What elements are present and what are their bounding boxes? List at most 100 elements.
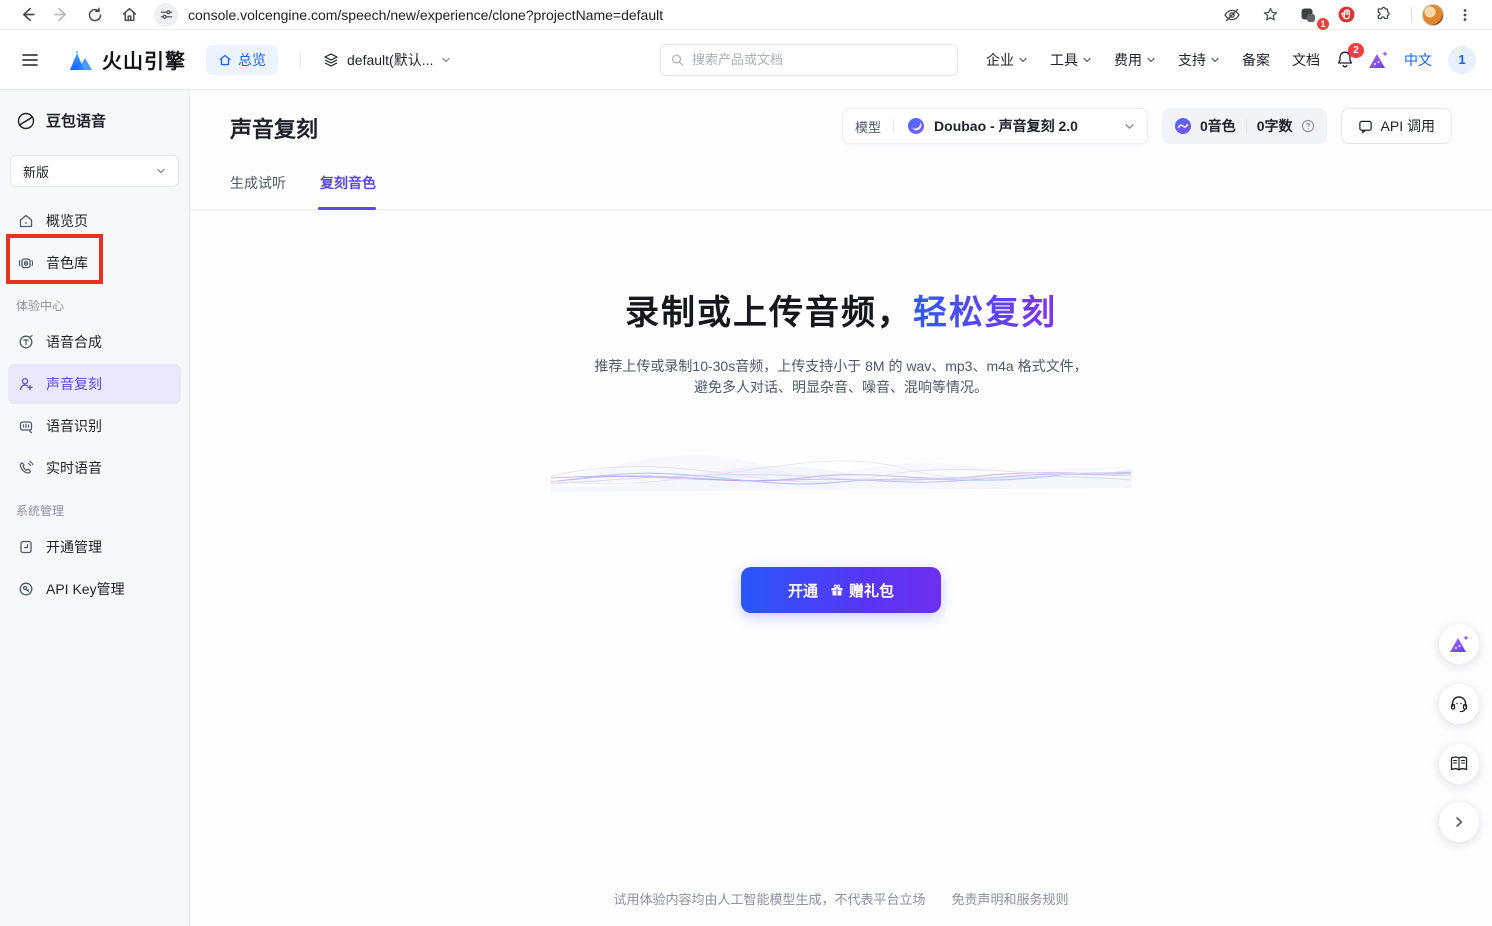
search-box[interactable] bbox=[660, 44, 958, 76]
sidebar-item-tts[interactable]: 语音合成 bbox=[8, 322, 181, 362]
hamburger-menu-icon[interactable] bbox=[16, 46, 44, 74]
extensions-puzzle-icon[interactable] bbox=[1367, 2, 1401, 28]
sidebar-section-experience: 体验中心 bbox=[0, 285, 189, 320]
usage-quota-pill[interactable]: 0音色 0字数 bbox=[1162, 108, 1327, 144]
tab-clone-voice[interactable]: 复刻音色 bbox=[320, 173, 376, 193]
gift-icon bbox=[830, 583, 844, 597]
docs-float-button[interactable] bbox=[1439, 744, 1479, 784]
hero-title: 录制或上传音频，轻松复刻 bbox=[190, 285, 1492, 334]
project-selector[interactable]: default(默认... bbox=[323, 50, 451, 70]
menu-docs-label: 文档 bbox=[1292, 50, 1320, 70]
account-avatar[interactable]: 1 bbox=[1448, 46, 1476, 74]
sidebar-item-label: 语音合成 bbox=[46, 332, 102, 352]
volcengine-logo[interactable]: 火山引擎 bbox=[68, 45, 186, 74]
version-label: 新版 bbox=[23, 162, 49, 181]
version-select[interactable]: 新版 bbox=[10, 155, 179, 187]
bell-badge: 2 bbox=[1348, 43, 1364, 58]
sidebar-item-voice-clone[interactable]: 声音复刻 bbox=[8, 364, 181, 404]
hero-section: 录制或上传音频，轻松复刻 推荐上传或录制10-30s音频，上传支持小于 8M 的… bbox=[190, 210, 1492, 613]
voice-library-icon bbox=[18, 255, 34, 271]
sidebar-item-label: API Key管理 bbox=[46, 579, 125, 599]
phone-voice-icon bbox=[18, 460, 34, 476]
project-name: default(默认... bbox=[347, 50, 433, 70]
toolbar-divider bbox=[1411, 7, 1412, 23]
chevron-down-icon bbox=[156, 166, 166, 176]
ai-assistant-nav-icon[interactable] bbox=[1366, 49, 1390, 71]
tab-generate-preview[interactable]: 生成试听 bbox=[230, 173, 286, 193]
address-bar[interactable]: console.volcengine.com/speech/new/experi… bbox=[188, 7, 1215, 23]
open-book-icon bbox=[1449, 755, 1469, 773]
hero-desc-line2: 避免多人对话、明显杂音、噪音、混响等情况。 bbox=[190, 377, 1492, 398]
overview-label: 总览 bbox=[238, 50, 266, 70]
api-call-button[interactable]: API 调用 bbox=[1341, 108, 1452, 144]
brand-name: 火山引擎 bbox=[102, 45, 186, 74]
sidebar-product-label: 豆包语音 bbox=[46, 110, 106, 131]
activate-label: 开通 bbox=[788, 580, 818, 601]
footer-disclaimer: 试用体验内容均由人工智能模型生成，不代表平台立场 bbox=[613, 892, 925, 907]
menu-icp[interactable]: 备案 bbox=[1232, 44, 1280, 76]
hide-eye-icon[interactable] bbox=[1215, 2, 1249, 28]
back-icon[interactable] bbox=[10, 2, 44, 28]
adblock-icon[interactable] bbox=[1329, 2, 1363, 28]
support-float-button[interactable] bbox=[1439, 684, 1479, 724]
sidebar-item-label: 实时语音 bbox=[46, 458, 102, 478]
browser-profile-avatar[interactable] bbox=[1422, 4, 1444, 26]
sidebar-item-realtime[interactable]: 实时语音 bbox=[8, 448, 181, 488]
gift-label: 赠礼包 bbox=[849, 580, 894, 601]
menu-tools[interactable]: 工具 bbox=[1040, 44, 1102, 76]
sidebar: 豆包语音 新版 概览页 音色库 体验中心 语音合成 声音复刻 语音识别 实时语音… bbox=[0, 90, 190, 926]
document-icon bbox=[18, 539, 34, 555]
sidebar-item-label: 开通管理 bbox=[46, 537, 102, 557]
activate-button[interactable]: 开通 赠礼包 bbox=[741, 567, 941, 613]
ai-assistant-float-button[interactable] bbox=[1439, 624, 1479, 664]
ai-volcano-icon bbox=[1447, 633, 1471, 655]
api-chat-icon bbox=[1358, 119, 1373, 134]
usage-char-count: 0字数 bbox=[1257, 116, 1293, 136]
home-icon bbox=[218, 53, 232, 67]
menu-billing[interactable]: 费用 bbox=[1104, 44, 1166, 76]
model-label: 模型 bbox=[855, 117, 881, 136]
header-controls: 模型 Doubao - 声音复刻 2.0 0音色 0字数 API 调用 bbox=[842, 108, 1452, 144]
chevron-right-icon bbox=[1453, 816, 1465, 828]
menu-billing-label: 费用 bbox=[1114, 50, 1142, 70]
sidebar-item-label: 概览页 bbox=[46, 211, 88, 231]
model-value: Doubao - 声音复刻 2.0 bbox=[934, 116, 1078, 136]
sidebar-item-asr[interactable]: 语音识别 bbox=[8, 406, 181, 446]
model-selector[interactable]: 模型 Doubao - 声音复刻 2.0 bbox=[842, 108, 1148, 144]
menu-docs[interactable]: 文档 bbox=[1282, 44, 1330, 76]
home-icon[interactable] bbox=[112, 2, 146, 28]
bookmark-star-icon[interactable] bbox=[1253, 2, 1287, 28]
menu-tools-label: 工具 bbox=[1050, 50, 1078, 70]
usage-voice-count: 0音色 bbox=[1200, 116, 1236, 136]
hero-description: 推荐上传或录制10-30s音频，上传支持小于 8M 的 wav、mp3、m4a … bbox=[190, 356, 1492, 398]
reload-icon[interactable] bbox=[78, 2, 112, 28]
main-content: 声音复刻 模型 Doubao - 声音复刻 2.0 0音色 0字数 bbox=[190, 90, 1492, 926]
tts-icon bbox=[18, 334, 34, 350]
console-topnav: 火山引擎 总览 default(默认... 企业 工具 费用 支持 备 bbox=[0, 30, 1492, 90]
footer: 试用体验内容均由人工智能模型生成，不代表平台立场 免责声明和服务规则 bbox=[190, 889, 1492, 908]
voice-clone-icon bbox=[18, 376, 34, 392]
language-switcher[interactable]: 中文 bbox=[1394, 44, 1442, 76]
house-icon bbox=[18, 213, 34, 229]
help-icon[interactable] bbox=[1301, 119, 1315, 133]
browser-menu-icon[interactable] bbox=[1448, 2, 1482, 28]
chevron-down-icon bbox=[1124, 121, 1135, 132]
extension-badge-icon[interactable]: 1 bbox=[1291, 2, 1325, 28]
search-icon bbox=[671, 53, 684, 67]
search-input[interactable] bbox=[692, 52, 947, 67]
sidebar-item-api-key[interactable]: API Key管理 bbox=[8, 569, 181, 609]
menu-support[interactable]: 支持 bbox=[1168, 44, 1230, 76]
collapse-float-button[interactable] bbox=[1439, 802, 1479, 842]
notifications-button[interactable]: 2 bbox=[1336, 50, 1354, 69]
asr-icon bbox=[18, 418, 34, 434]
sidebar-item-activation[interactable]: 开通管理 bbox=[8, 527, 181, 567]
footer-terms-link[interactable]: 免责声明和服务规则 bbox=[952, 892, 1069, 907]
doubao-voice-icon bbox=[16, 111, 36, 131]
sidebar-item-voice-library[interactable]: 音色库 bbox=[8, 243, 181, 283]
overview-button[interactable]: 总览 bbox=[206, 45, 278, 75]
sidebar-product-header[interactable]: 豆包语音 bbox=[0, 90, 189, 145]
menu-enterprise[interactable]: 企业 bbox=[976, 44, 1038, 76]
forward-icon[interactable] bbox=[44, 2, 78, 28]
sidebar-item-overview[interactable]: 概览页 bbox=[8, 201, 181, 241]
site-settings-icon[interactable] bbox=[154, 3, 178, 27]
